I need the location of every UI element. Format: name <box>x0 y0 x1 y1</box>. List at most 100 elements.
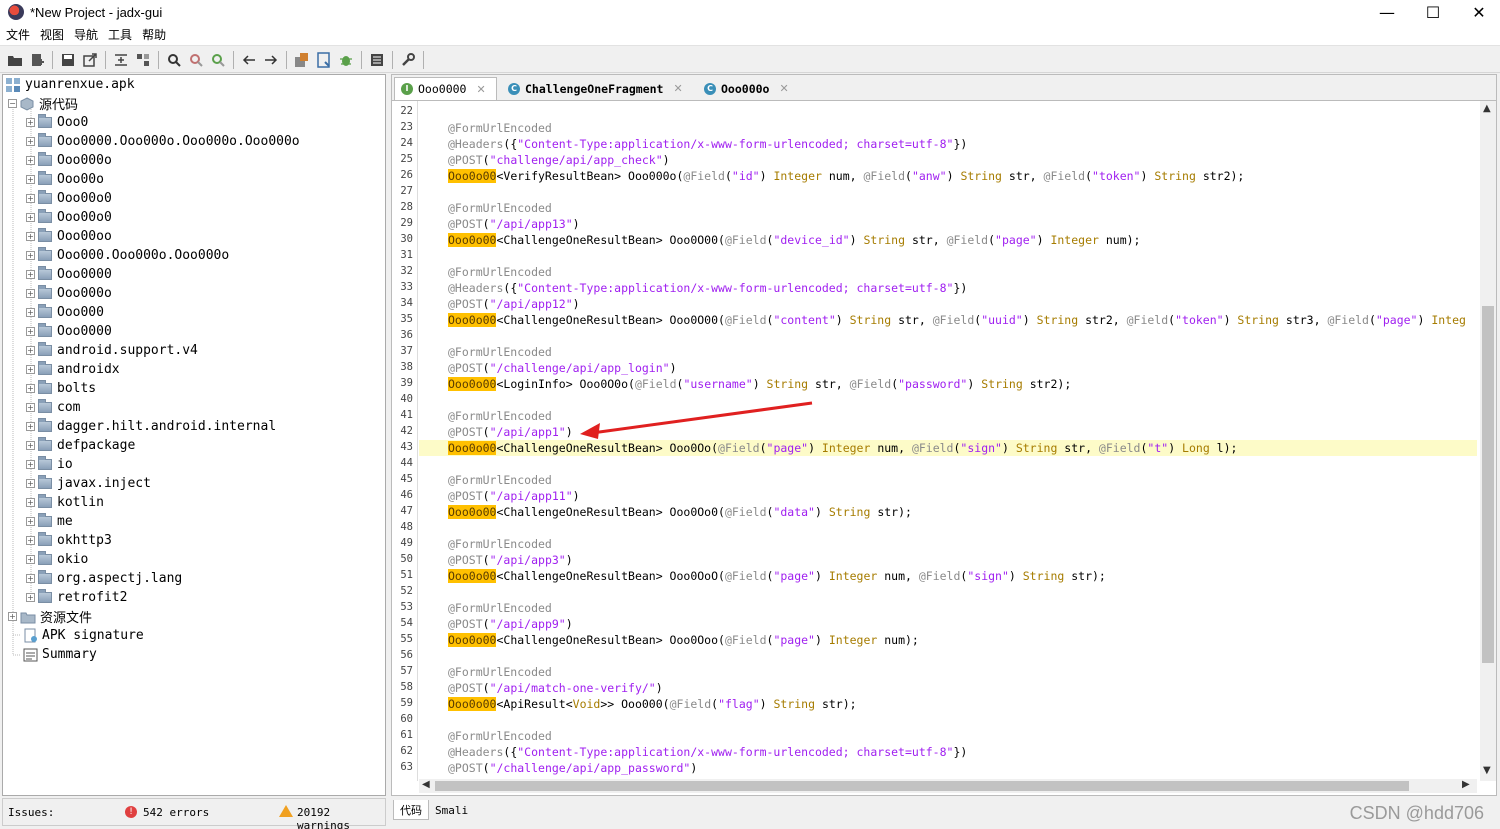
add-file-icon[interactable] <box>27 50 47 70</box>
expand-icon[interactable]: + <box>26 251 35 260</box>
expand-icon[interactable]: + <box>26 536 35 545</box>
tree-package-item[interactable]: + org.aspectj.lang <box>26 569 182 588</box>
open-file-icon[interactable] <box>5 50 25 70</box>
vertical-scroll-thumb[interactable] <box>1482 306 1494 663</box>
tree-package-item[interactable]: + Ooo000.Ooo000o.Ooo000o <box>26 246 229 265</box>
expand-icon[interactable]: + <box>26 365 35 374</box>
menu-help[interactable]: 帮助 <box>138 26 170 43</box>
expand-icon[interactable]: + <box>8 612 17 621</box>
usage-search-icon[interactable] <box>208 50 228 70</box>
expand-icon[interactable]: + <box>26 289 35 298</box>
expand-icon[interactable]: + <box>26 555 35 564</box>
menu-view[interactable]: 视图 <box>36 26 68 43</box>
tree-package-item[interactable]: + kotlin <box>26 493 104 512</box>
debug-bug-icon[interactable] <box>336 50 356 70</box>
preferences-wrench-icon[interactable] <box>398 50 418 70</box>
sync-tree-icon[interactable] <box>111 50 131 70</box>
tree-package-item[interactable]: + Ooo0000 <box>26 322 112 341</box>
expand-icon[interactable]: + <box>26 156 35 165</box>
expand-icon[interactable]: + <box>26 118 35 127</box>
search-icon[interactable] <box>164 50 184 70</box>
close-tab-icon[interactable]: ✕ <box>673 82 682 95</box>
tree-package-item[interactable]: + bolts <box>26 379 96 398</box>
tree-package-item[interactable]: + retrofit2 <box>26 588 127 607</box>
tree-package-item[interactable]: + android.support.v4 <box>26 341 198 360</box>
tree-package-item[interactable]: + com <box>26 398 80 417</box>
expand-icon[interactable]: + <box>26 346 35 355</box>
expand-icon[interactable]: + <box>26 308 35 317</box>
errors-count[interactable]: 542 errors <box>143 806 209 819</box>
tree-resources-node[interactable]: + 资源文件 <box>8 607 92 626</box>
back-arrow-icon[interactable] <box>239 50 259 70</box>
expand-icon[interactable]: + <box>26 479 35 488</box>
tree-apk-signature[interactable]: APK signature <box>23 626 144 645</box>
flatten-packages-icon[interactable] <box>133 50 153 70</box>
minimize-button[interactable]: — <box>1364 0 1410 24</box>
tree-package-item[interactable]: + Ooo0 <box>26 113 88 132</box>
expand-icon[interactable]: + <box>26 137 35 146</box>
expand-icon[interactable]: + <box>26 270 35 279</box>
expand-icon[interactable]: + <box>26 403 35 412</box>
tree-package-item[interactable]: + androidx <box>26 360 120 379</box>
tree-package-item[interactable]: + io <box>26 455 73 474</box>
tree-package-item[interactable]: + Ooo00o0 <box>26 189 112 208</box>
code-editor[interactable]: 22 23 24 25 26 27 28 29 30 31 32 33 34 35 36 37 38 39 40 41… <box>391 100 1497 796</box>
tree-package-item[interactable]: + defpackage <box>26 436 135 455</box>
expand-icon[interactable]: + <box>26 460 35 469</box>
maximize-button[interactable]: ☐ <box>1410 0 1456 24</box>
expand-icon[interactable]: + <box>26 175 35 184</box>
expand-icon[interactable]: + <box>26 517 35 526</box>
expand-icon[interactable]: + <box>26 213 35 222</box>
deobfuscation-icon[interactable] <box>292 50 312 70</box>
menu-navigation[interactable]: 导航 <box>70 26 102 43</box>
horizontal-scroll-thumb[interactable] <box>435 781 1409 791</box>
close-tab-icon[interactable]: ✕ <box>476 83 485 96</box>
expand-icon[interactable]: + <box>26 574 35 583</box>
tree-package-item[interactable]: + okio <box>26 550 88 569</box>
log-viewer-icon[interactable] <box>314 50 334 70</box>
expand-icon[interactable]: + <box>26 441 35 450</box>
warnings-count[interactable]: 20192 warnings <box>297 806 385 829</box>
tree-package-item[interactable]: + Ooo0000.Ooo000o.Ooo000o.Ooo000o <box>26 132 300 151</box>
tree-package-item[interactable]: + okhttp3 <box>26 531 112 550</box>
expand-icon[interactable]: + <box>26 327 35 336</box>
expand-icon[interactable]: + <box>26 384 35 393</box>
tree-summary[interactable]: Summary <box>23 645 97 664</box>
horizontal-scrollbar[interactable]: ◀ ▶ <box>419 779 1477 793</box>
tab-ooo0000[interactable]: I Ooo0000 ✕ <box>394 77 497 100</box>
collapse-icon[interactable]: − <box>8 99 17 108</box>
tree-root-apk[interactable]: yuanrenxue.apk <box>5 75 135 94</box>
tree-package-item[interactable]: + Ooo00o <box>26 170 104 189</box>
tree-package-item[interactable]: + Ooo000o <box>26 284 112 303</box>
tab-smali[interactable]: Smali <box>429 800 474 820</box>
tree-package-item[interactable]: + Ooo0000 <box>26 265 112 284</box>
scroll-right-icon[interactable]: ▶ <box>1462 779 1470 790</box>
tree-package-item[interactable]: + Ooo00o0 <box>26 208 112 227</box>
tree-package-item[interactable]: + Ooo00oo <box>26 227 112 246</box>
menu-tools[interactable]: 工具 <box>104 26 136 43</box>
forward-arrow-icon[interactable] <box>261 50 281 70</box>
scroll-left-icon[interactable]: ◀ <box>422 779 430 790</box>
tree-package-item[interactable]: + javax.inject <box>26 474 151 493</box>
tree-package-item[interactable]: + Ooo000o <box>26 151 112 170</box>
close-tab-icon[interactable]: ✕ <box>779 82 788 95</box>
expand-icon[interactable]: + <box>26 498 35 507</box>
tree-package-item[interactable]: + Ooo000 <box>26 303 104 322</box>
expand-icon[interactable]: + <box>26 422 35 431</box>
scroll-up-icon[interactable]: ▲ <box>1483 103 1491 114</box>
save-icon[interactable] <box>58 50 78 70</box>
tree-package-item[interactable]: + me <box>26 512 73 531</box>
menu-file[interactable]: 文件 <box>2 26 34 43</box>
tab-code[interactable]: 代码 <box>393 800 429 820</box>
expand-icon[interactable]: + <box>26 232 35 241</box>
tree-source-node[interactable]: − 源代码 <box>8 94 78 113</box>
tree-package-item[interactable]: + dagger.hilt.android.internal <box>26 417 276 436</box>
expand-icon[interactable]: + <box>26 194 35 203</box>
expand-icon[interactable]: + <box>26 593 35 602</box>
export-icon[interactable] <box>80 50 100 70</box>
log-icon[interactable] <box>367 50 387 70</box>
vertical-scrollbar[interactable]: ▲ ▼ <box>1480 101 1496 781</box>
close-button[interactable]: ✕ <box>1456 0 1500 24</box>
tab-ooo000o[interactable]: C Ooo000o ✕ <box>698 77 798 100</box>
class-search-icon[interactable] <box>186 50 206 70</box>
